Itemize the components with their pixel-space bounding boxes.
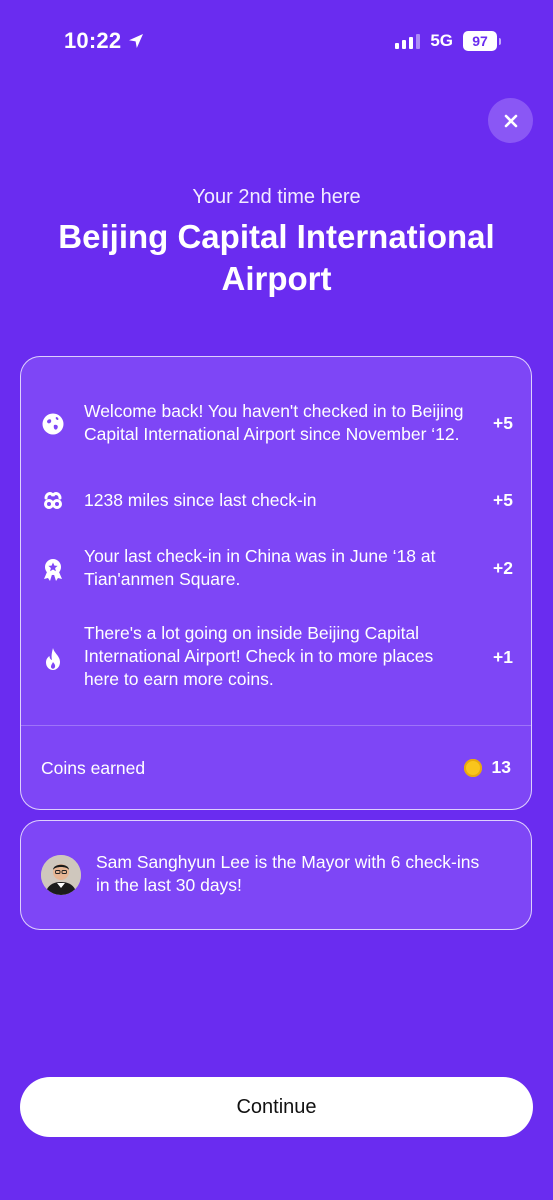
visit-count-subtitle: Your 2nd time here [192, 186, 361, 208]
reward-points: +5 [493, 490, 513, 510]
close-icon [504, 114, 517, 127]
rewards-card: Welcome back! You haven't checked in to … [20, 356, 532, 810]
status-indicators: 5G 97 [395, 31, 501, 51]
battery-level: 97 [463, 31, 497, 51]
continue-button[interactable]: Continue [20, 1077, 533, 1137]
close-button[interactable] [488, 98, 533, 143]
miles-icon [41, 489, 65, 513]
award-icon [41, 557, 65, 581]
reward-text: Welcome back! You haven't checked in to … [84, 401, 464, 444]
reward-points: +2 [493, 558, 513, 578]
coins-total-value: 13 [491, 757, 511, 777]
battery-icon: 97 [463, 31, 501, 51]
reward-text: Your last check-in in China was in June … [84, 546, 436, 589]
coins-earned-total: 13 [463, 757, 511, 778]
coin-icon [463, 758, 482, 777]
location-arrow-icon [127, 32, 145, 50]
avatar [41, 855, 81, 895]
globe-icon [41, 412, 65, 436]
mayor-card: Sam Sanghyun Lee is the Mayor with 6 che… [20, 820, 532, 930]
reward-text: 1238 miles since last check-in [84, 490, 317, 510]
network-type: 5G [430, 31, 453, 50]
status-bar: 10:22 5G 97 [0, 0, 553, 80]
reward-text: There's a lot going on inside Beijing Ca… [84, 623, 434, 689]
venue-title: Beijing Capital International Airport [58, 218, 495, 297]
coins-earned-label: Coins earned [41, 758, 146, 778]
divider [21, 725, 531, 726]
time-group: 10:22 [64, 28, 145, 54]
reward-points: +5 [493, 413, 513, 433]
mayor-message: Sam Sanghyun Lee is the Mayor with 6 che… [96, 852, 480, 895]
signal-strength-icon [395, 33, 421, 49]
reward-points: +1 [493, 647, 513, 667]
status-time: 10:22 [64, 28, 122, 53]
flame-icon [41, 647, 65, 671]
